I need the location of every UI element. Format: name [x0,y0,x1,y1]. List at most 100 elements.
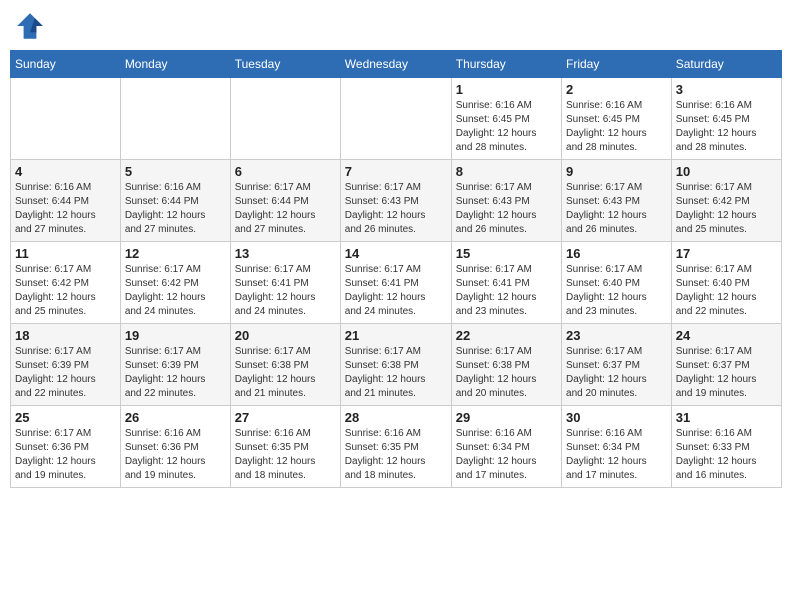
calendar-cell: 24 Sunrise: 6:17 AMSunset: 6:37 PMDayligh… [671,324,781,406]
day-info: Sunrise: 6:17 AMSunset: 6:42 PMDaylight:… [15,263,116,319]
day-info: Sunrise: 6:17 AMSunset: 6:38 PMDaylight:… [235,345,336,401]
day-info: Sunrise: 6:17 AMSunset: 6:37 PMDaylight:… [676,345,777,401]
calendar-cell: 17 Sunrise: 6:17 AMSunset: 6:40 PMDayligh… [671,242,781,324]
day-info: Sunrise: 6:17 AMSunset: 6:41 PMDaylight:… [235,263,336,319]
day-number: 3 [676,82,777,97]
weekday-header-cell: Monday [120,51,230,78]
day-number: 17 [676,246,777,261]
calendar-week-row: 1 Sunrise: 6:16 AMSunset: 6:45 PMDaylight… [11,78,782,160]
day-number: 1 [456,82,557,97]
calendar-cell: 8 Sunrise: 6:17 AMSunset: 6:43 PMDaylight… [451,160,561,242]
calendar-cell: 5 Sunrise: 6:16 AMSunset: 6:44 PMDaylight… [120,160,230,242]
calendar-cell: 21 Sunrise: 6:17 AMSunset: 6:38 PMDayligh… [340,324,451,406]
weekday-header-cell: Friday [562,51,672,78]
day-number: 8 [456,164,557,179]
day-info: Sunrise: 6:16 AMSunset: 6:36 PMDaylight:… [125,427,226,483]
day-info: Sunrise: 6:16 AMSunset: 6:34 PMDaylight:… [566,427,667,483]
day-info: Sunrise: 6:16 AMSunset: 6:35 PMDaylight:… [345,427,447,483]
day-number: 11 [15,246,116,261]
day-number: 6 [235,164,336,179]
day-info: Sunrise: 6:16 AMSunset: 6:35 PMDaylight:… [235,427,336,483]
weekday-header-cell: Tuesday [230,51,340,78]
calendar-cell: 12 Sunrise: 6:17 AMSunset: 6:42 PMDayligh… [120,242,230,324]
weekday-header-row: SundayMondayTuesdayWednesdayThursdayFrid… [11,51,782,78]
calendar-cell: 31 Sunrise: 6:16 AMSunset: 6:33 PMDayligh… [671,406,781,488]
weekday-header-cell: Sunday [11,51,121,78]
calendar-cell: 19Sunrise: 6:17 AMSunset: 6:39 PMDayligh… [120,324,230,406]
day-info: Sunrise: 6:16 AMSunset: 6:45 PMDaylight:… [676,99,777,155]
calendar-cell: 29 Sunrise: 6:16 AMSunset: 6:34 PMDayligh… [451,406,561,488]
day-info: Sunrise: 6:17 AMSunset: 6:40 PMDaylight:… [566,263,667,319]
day-info: Sunrise: 6:17 AMSunset: 6:43 PMDaylight:… [566,181,667,237]
day-info: Sunrise: 6:17 AMSunset: 6:44 PMDaylight:… [235,181,336,237]
day-number: 25 [15,410,116,425]
day-number: 23 [566,328,667,343]
day-number: 9 [566,164,667,179]
calendar-cell: 1 Sunrise: 6:16 AMSunset: 6:45 PMDaylight… [451,78,561,160]
day-number: 21 [345,328,447,343]
day-info: Sunrise: 6:17 AMSunset: 6:37 PMDaylight:… [566,345,667,401]
calendar-cell: 23 Sunrise: 6:17 AMSunset: 6:37 PMDayligh… [562,324,672,406]
weekday-header-cell: Thursday [451,51,561,78]
calendar-cell: 11 Sunrise: 6:17 AMSunset: 6:42 PMDayligh… [11,242,121,324]
calendar-body: 1 Sunrise: 6:16 AMSunset: 6:45 PMDaylight… [11,78,782,488]
day-info: Sunrise: 6:16 AMSunset: 6:45 PMDaylight:… [566,99,667,155]
page-header [10,10,782,42]
calendar-week-row: 11 Sunrise: 6:17 AMSunset: 6:42 PMDayligh… [11,242,782,324]
calendar-cell: 25 Sunrise: 6:17 AMSunset: 6:36 PMDayligh… [11,406,121,488]
day-info: Sunrise: 6:16 AMSunset: 6:44 PMDaylight:… [15,181,116,237]
day-number: 12 [125,246,226,261]
day-info: Sunrise: 6:17 AMSunset: 6:43 PMDaylight:… [345,181,447,237]
calendar-cell: 9 Sunrise: 6:17 AMSunset: 6:43 PMDaylight… [562,160,672,242]
day-number: 20 [235,328,336,343]
day-info: Sunrise: 6:17 AMSunset: 6:42 PMDaylight:… [125,263,226,319]
day-info: Sunrise: 6:17 AMSunset: 6:43 PMDaylight:… [456,181,557,237]
day-info: Sunrise: 6:16 AMSunset: 6:44 PMDaylight:… [125,181,226,237]
day-info: Sunrise: 6:17 AMSunset: 6:36 PMDaylight:… [15,427,116,483]
day-number: 10 [676,164,777,179]
calendar-cell [120,78,230,160]
day-number: 22 [456,328,557,343]
day-number: 24 [676,328,777,343]
calendar-week-row: 25 Sunrise: 6:17 AMSunset: 6:36 PMDayligh… [11,406,782,488]
calendar-cell: 27Sunrise: 6:16 AMSunset: 6:35 PMDayligh… [230,406,340,488]
calendar-cell [340,78,451,160]
calendar-table: SundayMondayTuesdayWednesdayThursdayFrid… [10,50,782,488]
weekday-header-cell: Saturday [671,51,781,78]
logo [14,10,50,42]
calendar-cell [230,78,340,160]
calendar-cell: 13 Sunrise: 6:17 AMSunset: 6:41 PMDayligh… [230,242,340,324]
calendar-cell: 26 Sunrise: 6:16 AMSunset: 6:36 PMDayligh… [120,406,230,488]
day-info: Sunrise: 6:17 AMSunset: 6:40 PMDaylight:… [676,263,777,319]
logo-icon [14,10,46,42]
day-number: 19 [125,328,226,343]
day-number: 31 [676,410,777,425]
calendar-cell: 16Sunrise: 6:17 AMSunset: 6:40 PMDayligh… [562,242,672,324]
day-info: Sunrise: 6:17 AMSunset: 6:41 PMDaylight:… [456,263,557,319]
calendar-cell: 2 Sunrise: 6:16 AMSunset: 6:45 PMDaylight… [562,78,672,160]
day-number: 2 [566,82,667,97]
day-info: Sunrise: 6:16 AMSunset: 6:34 PMDaylight:… [456,427,557,483]
calendar-cell: 15 Sunrise: 6:17 AMSunset: 6:41 PMDayligh… [451,242,561,324]
day-info: Sunrise: 6:16 AMSunset: 6:45 PMDaylight:… [456,99,557,155]
day-number: 15 [456,246,557,261]
day-number: 26 [125,410,226,425]
day-info: Sunrise: 6:17 AMSunset: 6:39 PMDaylight:… [15,345,116,401]
day-number: 4 [15,164,116,179]
calendar-cell: 14 Sunrise: 6:17 AMSunset: 6:41 PMDayligh… [340,242,451,324]
day-info: Sunrise: 6:17 AMSunset: 6:38 PMDaylight:… [456,345,557,401]
day-info: Sunrise: 6:16 AMSunset: 6:33 PMDaylight:… [676,427,777,483]
calendar-cell: 7Sunrise: 6:17 AMSunset: 6:43 PMDaylight… [340,160,451,242]
day-number: 5 [125,164,226,179]
calendar-cell: 3 Sunrise: 6:16 AMSunset: 6:45 PMDaylight… [671,78,781,160]
calendar-cell: 20 Sunrise: 6:17 AMSunset: 6:38 PMDayligh… [230,324,340,406]
calendar-week-row: 18 Sunrise: 6:17 AMSunset: 6:39 PMDayligh… [11,324,782,406]
day-number: 18 [15,328,116,343]
day-info: Sunrise: 6:17 AMSunset: 6:41 PMDaylight:… [345,263,447,319]
day-number: 13 [235,246,336,261]
day-number: 14 [345,246,447,261]
day-info: Sunrise: 6:17 AMSunset: 6:38 PMDaylight:… [345,345,447,401]
calendar-cell: 18 Sunrise: 6:17 AMSunset: 6:39 PMDayligh… [11,324,121,406]
calendar-cell: 10Sunrise: 6:17 AMSunset: 6:42 PMDayligh… [671,160,781,242]
day-number: 29 [456,410,557,425]
